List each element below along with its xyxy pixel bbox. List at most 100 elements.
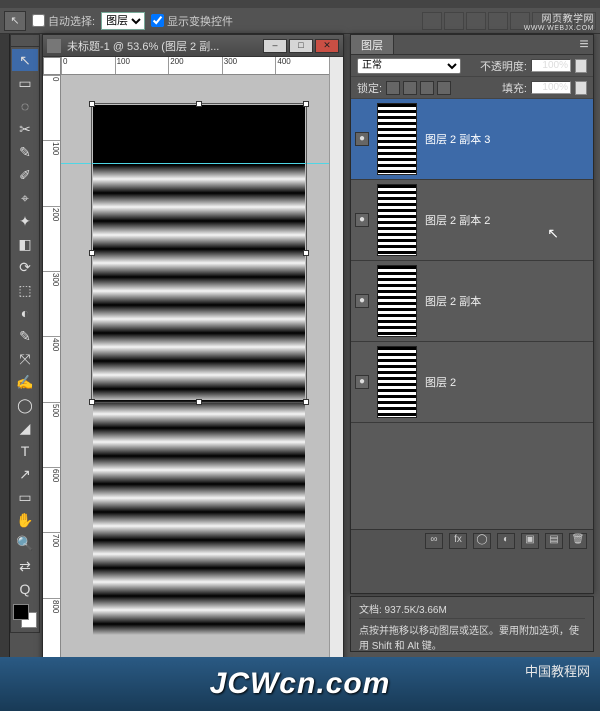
lock-label: 锁定: (357, 80, 382, 96)
show-transform-checkbox[interactable] (151, 14, 164, 27)
fg-color[interactable] (13, 604, 29, 620)
ruler-vertical[interactable]: 0100200300400500600700800 (43, 75, 61, 663)
visibility-icon[interactable]: ● (355, 213, 369, 227)
align-btn[interactable] (444, 12, 464, 30)
layer-thumbnail[interactable] (377, 184, 417, 256)
transform-handle[interactable] (196, 101, 202, 107)
bottom-watermark: 中国教程网 JCWcn.com (0, 657, 600, 711)
transform-handle[interactable] (303, 250, 309, 256)
minimize-button[interactable]: – (263, 39, 287, 53)
layer-row[interactable]: ● 图层 2 副本 (351, 261, 593, 342)
toolbox-grip[interactable] (11, 41, 39, 47)
visibility-icon[interactable]: ● (355, 132, 369, 146)
transform-handle[interactable] (89, 101, 95, 107)
maximize-button[interactable]: □ (289, 39, 313, 53)
tool-button[interactable]: ✎ (12, 325, 38, 347)
tool-button[interactable]: ✍ (12, 371, 38, 393)
tool-button[interactable]: ◧ (12, 233, 38, 255)
tool-button[interactable]: ◌ (12, 95, 38, 117)
color-swatch[interactable] (13, 604, 37, 628)
layer-name[interactable]: 图层 2 副本 2 (425, 212, 490, 228)
layer-name[interactable]: 图层 2 副本 (425, 293, 481, 309)
opacity-arrow-icon[interactable]: ▸ (575, 59, 587, 73)
transform-handle[interactable] (303, 101, 309, 107)
mask-icon[interactable]: ◯ (473, 533, 491, 549)
artwork-stripes (93, 400, 305, 635)
align-btn[interactable] (488, 12, 508, 30)
layer-list[interactable]: ● 图层 2 副本 3 ● 图层 2 副本 2 ● 图层 2 副本 ● 图层 2 (351, 99, 593, 529)
document-titlebar[interactable]: 未标题-1 @ 53.6% (图层 2 副... – □ ✕ (43, 35, 343, 57)
align-btn[interactable] (422, 12, 442, 30)
adjustment-icon[interactable]: ◐ (497, 533, 515, 549)
fx-icon[interactable]: fx (449, 533, 467, 549)
tool-button[interactable]: ▭ (12, 486, 38, 508)
ruler-origin[interactable] (43, 57, 61, 75)
transform-handle[interactable] (89, 399, 95, 405)
tool-button[interactable]: ⟳ (12, 256, 38, 278)
show-transform[interactable]: 显示变换控件 (151, 13, 233, 29)
transform-handle[interactable] (303, 399, 309, 405)
ruler-tick: 300 (43, 271, 60, 336)
tab-layers[interactable]: 图层 (351, 35, 394, 54)
tool-button[interactable]: 🔍 (12, 532, 38, 554)
lock-all-icon[interactable] (437, 81, 451, 95)
layer-thumbnail[interactable] (377, 103, 417, 175)
layer-name[interactable]: 图层 2 (425, 374, 456, 390)
tool-button[interactable]: ✦ (12, 210, 38, 232)
watermark-small: 中国教程网 (525, 661, 590, 680)
tool-button[interactable]: ◯ (12, 394, 38, 416)
blend-mode-dropdown[interactable]: 正常 (357, 58, 461, 74)
group-icon[interactable]: ▣ (521, 533, 539, 549)
layer-row[interactable]: ● 图层 2 (351, 342, 593, 423)
layer-row[interactable]: ● 图层 2 副本 3 (351, 99, 593, 180)
transform-handle[interactable] (89, 250, 95, 256)
opacity-value[interactable]: 100% (531, 59, 571, 72)
visibility-icon[interactable]: ● (355, 294, 369, 308)
tool-button[interactable]: ▭ (12, 72, 38, 94)
tool-button[interactable]: T (12, 440, 38, 462)
tool-button[interactable]: ◐ (12, 302, 38, 324)
auto-select-checkbox[interactable] (32, 14, 45, 27)
tool-button[interactable]: ✂ (12, 118, 38, 140)
ruler-horizontal[interactable]: 0100200300400 (61, 57, 329, 75)
canvas-area[interactable] (61, 75, 329, 663)
fill-value[interactable]: 100% (531, 81, 571, 94)
lock-pixel-icon[interactable] (403, 81, 417, 95)
tool-button[interactable]: ◢ (12, 417, 38, 439)
tool-button[interactable]: ✋ (12, 509, 38, 531)
tool-button[interactable]: ⌖ (12, 187, 38, 209)
tool-button[interactable]: Q (12, 578, 38, 600)
tool-button[interactable]: ⇄ (12, 555, 38, 577)
close-button[interactable]: ✕ (315, 39, 339, 53)
tool-button[interactable]: ✐ (12, 164, 38, 186)
transform-bounds[interactable] (91, 103, 307, 403)
align-btn[interactable] (466, 12, 486, 30)
lock-pos-icon[interactable] (420, 81, 434, 95)
transform-handle[interactable] (196, 399, 202, 405)
tool-button[interactable]: ⬚ (12, 279, 38, 301)
lock-trans-icon[interactable] (386, 81, 400, 95)
auto-select[interactable]: 自动选择: (32, 13, 95, 29)
panel-menu-icon[interactable]: ≡ (575, 35, 593, 54)
delete-layer-icon[interactable]: 🗑 (569, 533, 587, 549)
layer-name[interactable]: 图层 2 副本 3 (425, 131, 490, 147)
watermark-text: WWW.WEBJX.COM (524, 25, 594, 32)
layer-row[interactable]: ● 图层 2 副本 2 (351, 180, 593, 261)
visibility-icon[interactable]: ● (355, 375, 369, 389)
menu-bar (0, 0, 600, 8)
move-tool-icon[interactable]: ↖ (4, 11, 26, 31)
opacity-label: 不透明度: (480, 58, 527, 74)
tool-button[interactable]: ↗ (12, 463, 38, 485)
layer-thumbnail[interactable] (377, 265, 417, 337)
tool-button[interactable]: ⤧ (12, 348, 38, 370)
tool-button[interactable]: ↖ (12, 49, 38, 71)
fill-arrow-icon[interactable]: ▸ (575, 81, 587, 95)
auto-select-dropdown[interactable]: 图层 (101, 12, 145, 30)
ruler-tick: 400 (275, 57, 329, 74)
new-layer-icon[interactable]: ▤ (545, 533, 563, 549)
scrollbar-vertical[interactable] (329, 57, 343, 663)
ruler-tick: 200 (43, 206, 60, 271)
link-layers-icon[interactable]: ∞ (425, 533, 443, 549)
tool-button[interactable]: ✎ (12, 141, 38, 163)
layer-thumbnail[interactable] (377, 346, 417, 418)
